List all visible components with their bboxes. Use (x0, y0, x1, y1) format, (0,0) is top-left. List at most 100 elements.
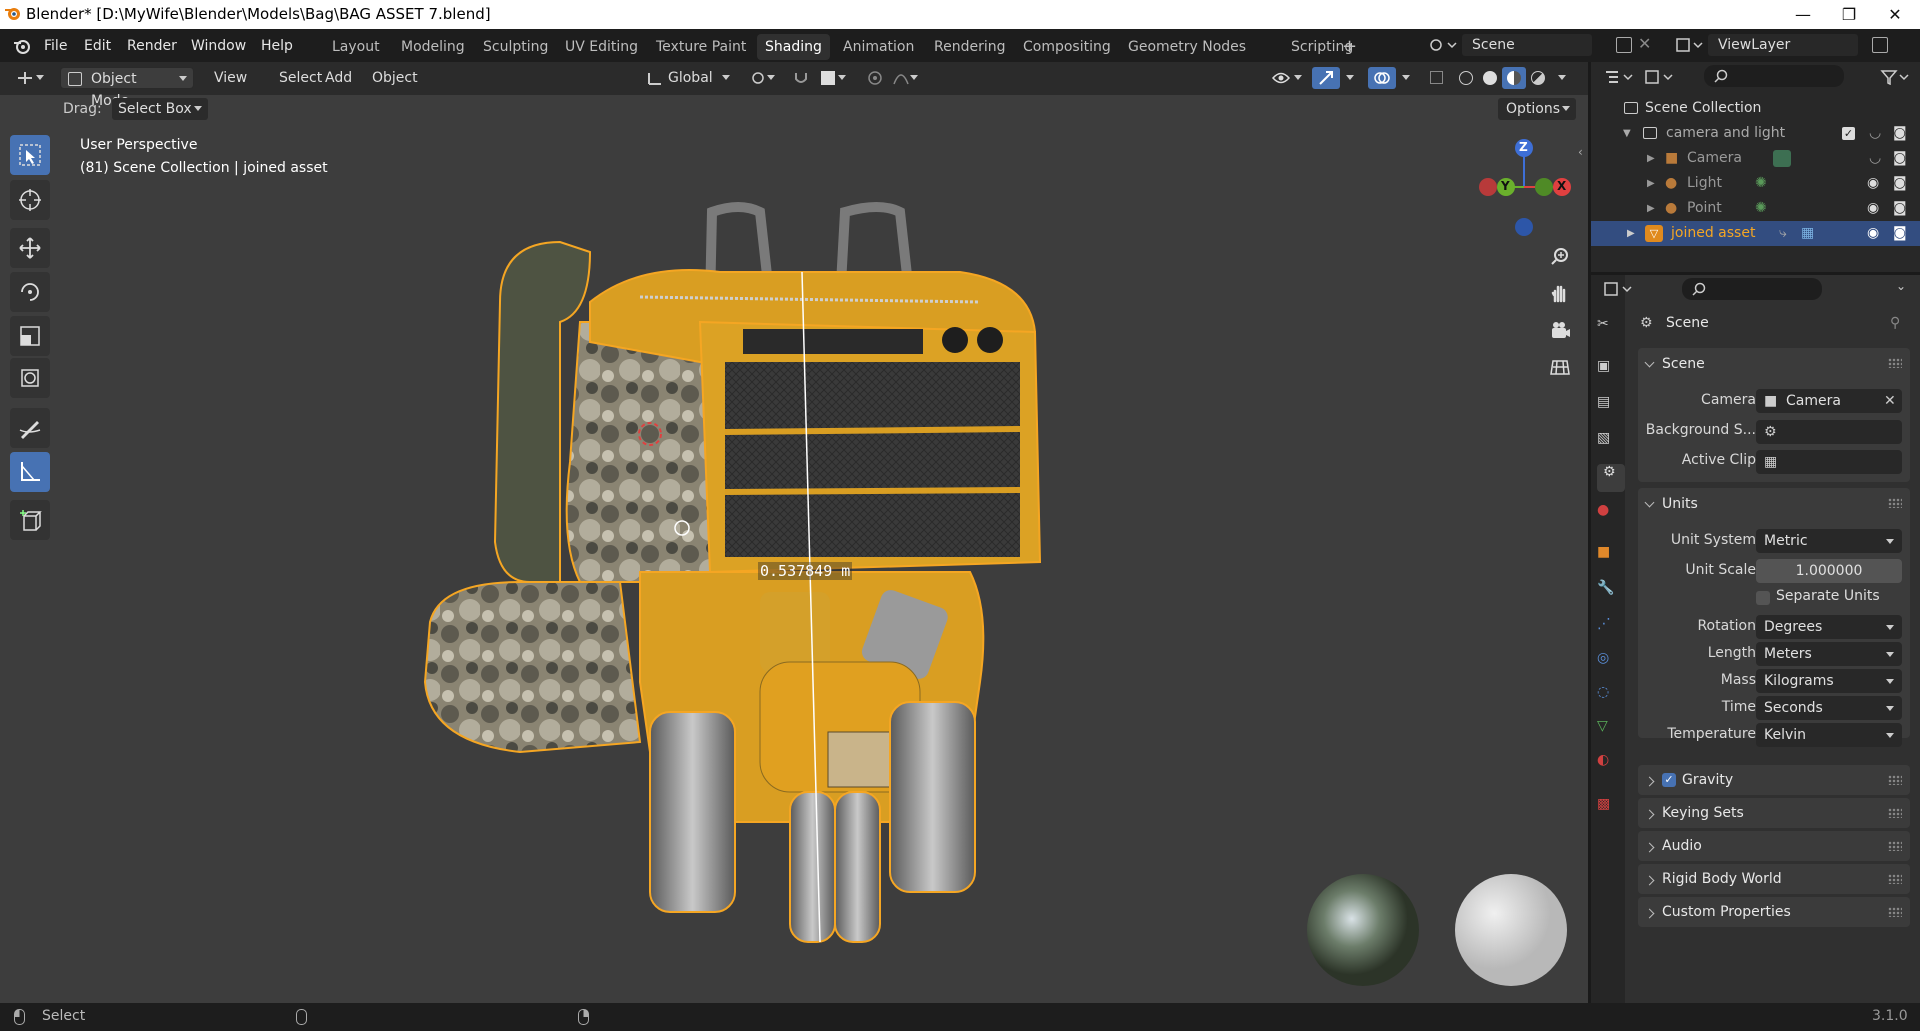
overlays-toggle[interactable] (1368, 67, 1396, 89)
options-button[interactable]: Options (1498, 98, 1576, 120)
constraints-tab[interactable]: ◌ (1597, 684, 1625, 712)
tab-modeling[interactable]: Modeling (393, 34, 473, 60)
xray-toggle[interactable] (1424, 67, 1450, 89)
units-panel-header[interactable]: Units (1638, 488, 1910, 520)
tool-measure[interactable] (10, 452, 50, 492)
properties-options-icon[interactable]: ⌄ (1896, 279, 1906, 293)
mass-dropdown[interactable]: Kilograms (1756, 669, 1902, 693)
tool-properties-tab[interactable]: ✂ (1597, 316, 1625, 344)
modifier-properties-tab[interactable]: 🔧 (1597, 580, 1625, 608)
drag-handle-icon[interactable] (1888, 808, 1902, 818)
tool-rotate[interactable] (10, 272, 50, 312)
temperature-dropdown[interactable]: Kelvin (1756, 723, 1902, 747)
background-scene-field[interactable]: ⚙ (1756, 420, 1902, 444)
length-dropdown[interactable]: Meters (1756, 642, 1902, 666)
tab-texture-paint[interactable]: Texture Paint (648, 34, 754, 60)
proportional-edit-toggle[interactable] (862, 67, 888, 89)
rotation-dropdown[interactable]: Degrees (1756, 615, 1902, 639)
drag-handle-icon[interactable] (1888, 358, 1902, 368)
eye-hidden-icon[interactable]: ◡ (1869, 121, 1881, 146)
scene-selector[interactable]: Scene ✕ (1426, 33, 1656, 57)
shading-solid[interactable] (1478, 67, 1502, 89)
gravity-panel-header[interactable]: ✓ Gravity (1638, 765, 1910, 795)
time-dropdown[interactable]: Seconds (1756, 696, 1902, 720)
drag-handle-icon[interactable] (1888, 775, 1902, 785)
mode-selector[interactable]: Object Mode (60, 67, 194, 109)
outliner-row-collection[interactable]: ▼ camera and light ✓ ◡ ◙ (1591, 121, 1920, 146)
separate-units-checkbox[interactable] (1756, 591, 1770, 605)
properties-editor-icon[interactable] (1603, 281, 1633, 297)
filter-icon[interactable] (1880, 69, 1910, 85)
new-scene-icon[interactable] (1616, 37, 1632, 53)
editor-type-button[interactable] (10, 67, 50, 89)
camera-field[interactable]: ■ Camera ✕ (1756, 389, 1902, 413)
outliner-row-camera[interactable]: ▶ ■ Camera ◡ ◙ (1591, 146, 1920, 171)
gizmo-toggle[interactable] (1312, 67, 1340, 89)
audio-panel[interactable]: Audio (1638, 831, 1910, 861)
menu-render[interactable]: Render (123, 35, 181, 57)
rigid-body-world-panel-header[interactable]: Rigid Body World (1638, 864, 1910, 894)
gizmo-dropdown[interactable] (1340, 67, 1360, 89)
snap-target-button[interactable] (816, 67, 852, 89)
tab-shading[interactable]: Shading (757, 34, 830, 60)
render-camera-icon[interactable]: ◙ (1893, 121, 1907, 146)
blender-menu-icon[interactable] (12, 36, 32, 56)
outliner-search[interactable] (1704, 65, 1844, 87)
add-workspace-button[interactable]: + (1334, 34, 1365, 60)
tab-layout[interactable]: Layout (324, 34, 388, 60)
custom-properties-panel-header[interactable]: Custom Properties (1638, 897, 1910, 927)
shading-wireframe[interactable] (1454, 67, 1478, 89)
menu-edit[interactable]: Edit (80, 35, 115, 57)
shading-rendered[interactable] (1526, 67, 1550, 89)
close-button[interactable]: ✕ (1872, 0, 1918, 29)
view-layer-tab[interactable]: ▧ (1597, 430, 1625, 458)
outliner-row-point[interactable]: ▶ ● Point ✺ ◉ ◙ (1591, 196, 1920, 221)
menu-add[interactable]: Add (319, 67, 358, 89)
collapse-arrow-icon[interactable]: ▼ (1623, 121, 1631, 146)
clear-camera-icon[interactable]: ✕ (1884, 389, 1896, 413)
viewlayer-selector[interactable]: ViewLayer (1672, 33, 1912, 57)
sidebar-toggle-icon[interactable]: ‹ (1578, 145, 1586, 159)
properties-search[interactable] (1682, 278, 1822, 300)
menu-view[interactable]: View (208, 67, 253, 89)
render-camera-icon[interactable]: ◙ (1893, 196, 1907, 221)
gravity-panel[interactable]: ✓ Gravity (1638, 765, 1910, 795)
visibility-button[interactable] (1268, 67, 1308, 89)
rigid-body-world-panel[interactable]: Rigid Body World (1638, 864, 1910, 894)
tab-rendering[interactable]: Rendering (926, 34, 1014, 60)
render-camera-icon[interactable]: ◙ (1893, 221, 1907, 246)
material-properties-tab[interactable]: ◐ (1597, 752, 1625, 780)
keying-sets-panel[interactable]: Keying Sets (1638, 798, 1910, 828)
tab-geometry-nodes[interactable]: Geometry Nodes (1120, 34, 1254, 60)
new-viewlayer-icon[interactable] (1872, 37, 1888, 53)
maximize-button[interactable]: ❐ (1826, 0, 1872, 29)
tab-sculpting[interactable]: Sculpting (475, 34, 556, 60)
eye-icon[interactable]: ◉ (1867, 221, 1879, 246)
eye-icon[interactable]: ◉ (1867, 196, 1879, 221)
particles-tab[interactable]: ⋰ (1597, 616, 1625, 644)
remove-scene-icon[interactable]: ✕ (1638, 34, 1651, 53)
expand-arrow-icon[interactable]: ▶ (1647, 196, 1655, 221)
render-camera-icon[interactable]: ◙ (1893, 171, 1907, 196)
drag-select-dropdown[interactable]: Select Box (112, 98, 208, 120)
outliner-row-joined-asset[interactable]: ▶ ▽ joined asset ⤷ ▦ ◉ ◙ (1591, 221, 1920, 246)
data-properties-tab[interactable]: ▽ (1597, 718, 1625, 746)
menu-object[interactable]: Object (366, 67, 424, 89)
falloff-button[interactable] (888, 67, 924, 89)
pan-button[interactable] (1544, 277, 1576, 309)
expand-arrow-icon[interactable]: ▶ (1627, 221, 1635, 246)
audio-panel-header[interactable]: Audio (1638, 831, 1910, 861)
tab-uv-editing[interactable]: UV Editing (557, 34, 646, 60)
3d-viewport[interactable]: 0.537849 m (0, 62, 1588, 1003)
menu-file[interactable]: File (40, 35, 71, 57)
display-mode-icon[interactable] (1644, 69, 1674, 85)
bag-model[interactable] (0, 62, 1588, 1003)
render-properties-tab[interactable]: ▣ (1597, 358, 1625, 386)
tool-scale[interactable] (10, 316, 50, 356)
expand-arrow-icon[interactable]: ▶ (1647, 171, 1655, 196)
unit-system-dropdown[interactable]: Metric (1756, 529, 1902, 553)
drag-handle-icon[interactable] (1888, 841, 1902, 851)
object-properties-tab[interactable]: ■ (1597, 544, 1625, 572)
scene-name-field[interactable]: Scene (1462, 34, 1592, 56)
texture-properties-tab[interactable]: ▩ (1597, 796, 1625, 824)
